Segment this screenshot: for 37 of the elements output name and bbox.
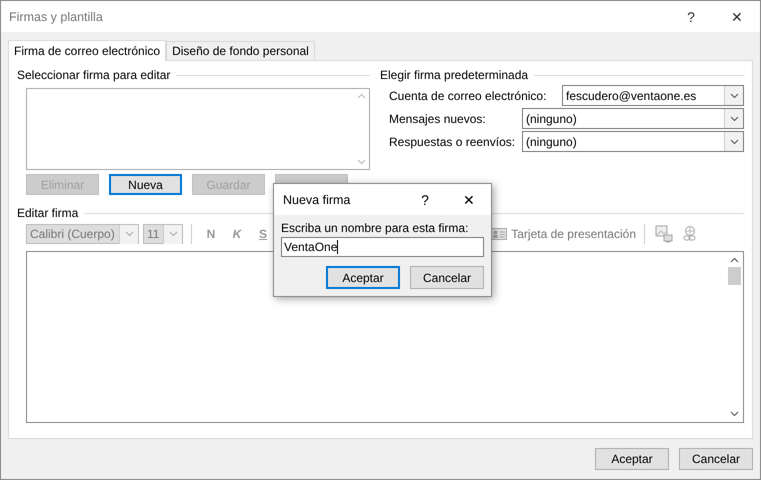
help-button[interactable]: ? <box>668 8 714 24</box>
dialog-button[interactable]: Aceptar <box>326 266 400 289</box>
chevron-down-icon <box>730 411 739 417</box>
chevron-down-icon <box>730 116 738 122</box>
chevron-down-icon <box>124 231 134 237</box>
dropdown[interactable]: (ninguno) <box>522 131 744 152</box>
section-title: Elegir firma predeterminada <box>380 68 528 82</box>
chevron-down-icon <box>168 231 178 237</box>
dialog-title: Nueva firma <box>282 192 352 206</box>
chevron-up-icon <box>730 257 739 263</box>
action-button[interactable]: Nueva <box>109 174 182 195</box>
name-input[interactable]: VentaOne <box>281 237 484 257</box>
dialog-button[interactable]: Cancelar <box>679 448 753 470</box>
field-label: Cuenta de correo electrónico: <box>389 88 546 102</box>
tab[interactable]: Firma de correo electrónico <box>8 40 166 61</box>
section-title: Seleccionar firma para editar <box>17 68 170 82</box>
close-button[interactable]: ✕ <box>447 192 491 208</box>
field-label: Mensajes nuevos: <box>389 112 486 126</box>
dialog-button[interactable]: Cancelar <box>410 266 484 289</box>
business-card-button[interactable]: Tarjeta de presentación <box>491 227 636 241</box>
chevron-up-icon <box>356 93 366 99</box>
dropdown[interactable]: (ninguno) <box>522 108 744 129</box>
window-title: Firmas y plantilla <box>8 10 104 24</box>
dialog-button[interactable]: Aceptar <box>595 448 669 470</box>
scroll-thumb[interactable] <box>728 267 741 285</box>
dropdown[interactable]: fescudero@ventaone.es <box>562 85 744 106</box>
help-button[interactable]: ? <box>403 192 447 208</box>
signature-list[interactable] <box>26 88 370 170</box>
close-button[interactable]: ✕ <box>714 8 760 24</box>
tab[interactable]: Diseño de fondo personal <box>166 41 315 60</box>
chevron-down-icon <box>730 92 738 98</box>
field-label: Escriba un nombre para esta firma: <box>281 221 470 235</box>
chevron-down-icon <box>730 138 738 144</box>
field-label: Respuestas o reenvíos: <box>389 134 516 148</box>
section-title: Editar firma <box>17 206 78 220</box>
image-icon[interactable] <box>655 225 673 243</box>
chevron-down-icon <box>356 159 366 165</box>
